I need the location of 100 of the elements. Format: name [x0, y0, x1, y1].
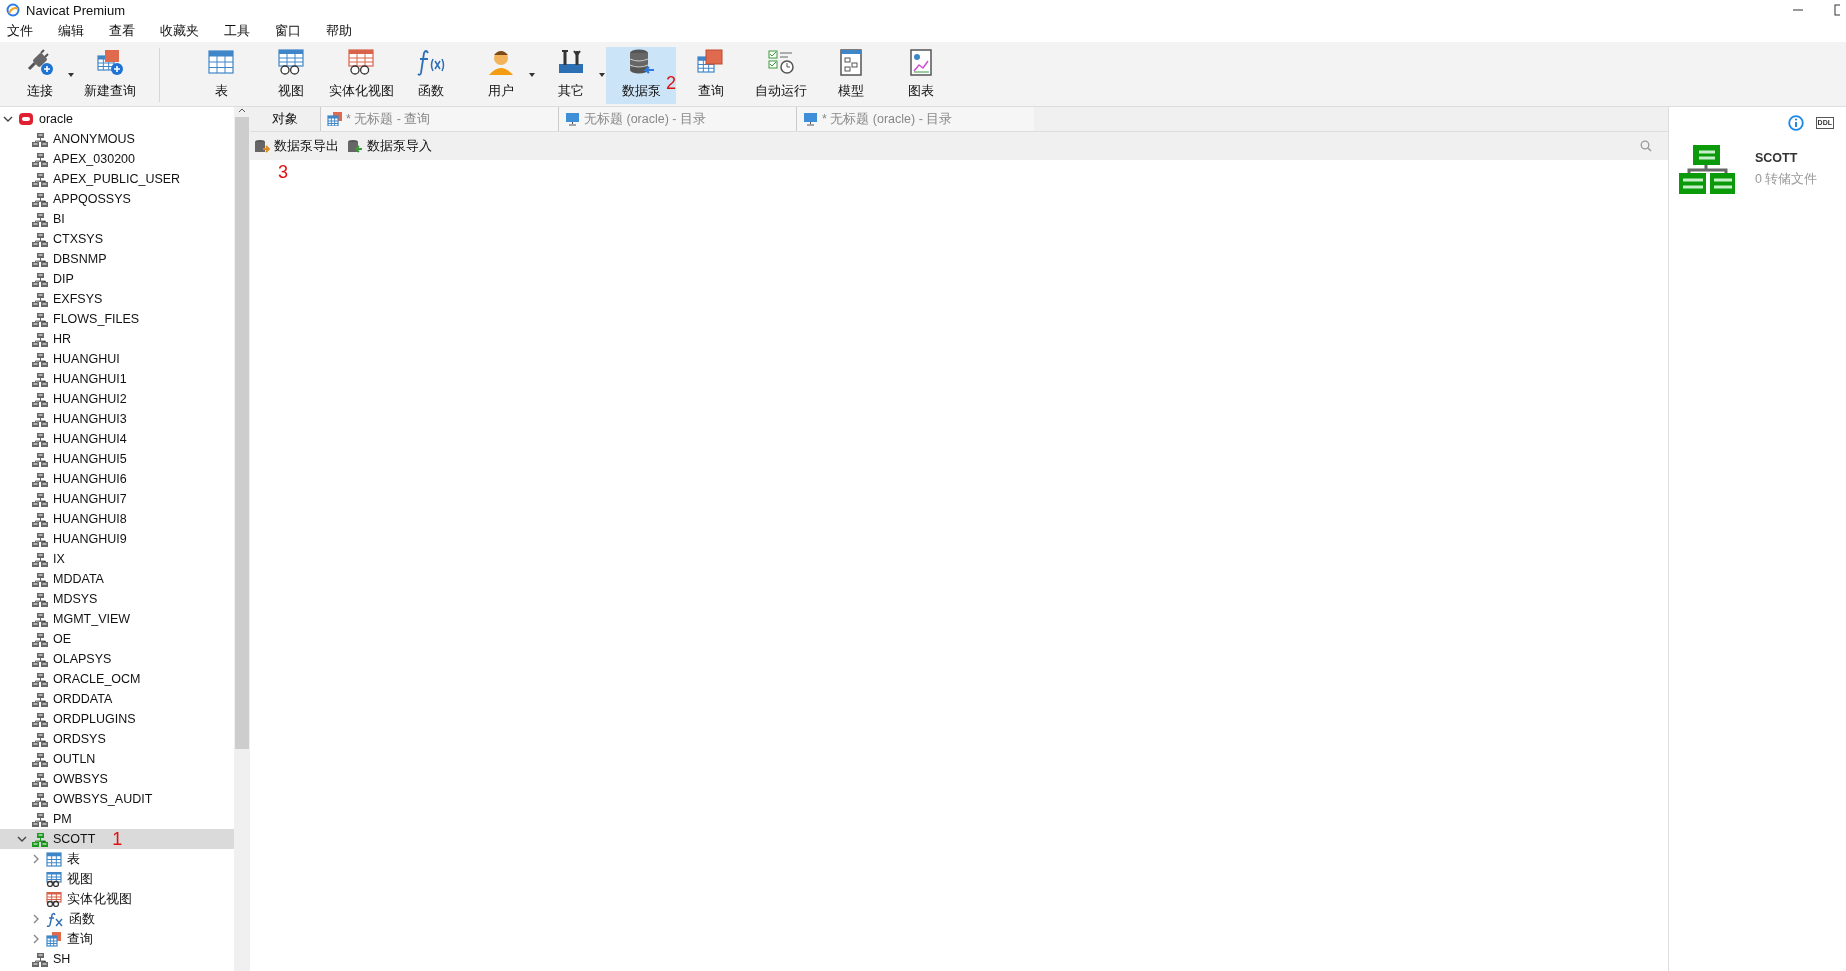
tree-item[interactable]: MDDATA	[0, 569, 234, 589]
table-glasses-icon	[276, 46, 306, 77]
tree-item[interactable]: OWBSYS	[0, 769, 234, 789]
tree-item[interactable]: 视图	[0, 869, 234, 889]
tree-item[interactable]: PM	[0, 809, 234, 829]
toolbar-button[interactable]: 连接	[5, 46, 75, 104]
toolbar-button[interactable]: 数据泵导出	[254, 137, 339, 155]
menu-item[interactable]: 收藏夹	[160, 22, 213, 40]
schema-icon	[32, 611, 48, 627]
dropdown-caret-icon[interactable]	[599, 72, 605, 77]
schema-icon	[32, 631, 48, 647]
toolbar-button[interactable]: 新建查询	[75, 46, 145, 104]
schema-icon	[32, 571, 48, 587]
scroll-up-icon[interactable]	[238, 107, 246, 113]
menu-item[interactable]: 工具	[224, 22, 264, 40]
toolbar-button[interactable]: 表	[186, 46, 256, 104]
tree-item[interactable]: 实体化视图	[0, 889, 234, 909]
tree-item[interactable]: HR	[0, 329, 234, 349]
tree-item[interactable]: HUANGHUI8	[0, 509, 234, 529]
tree-item[interactable]: OUTLN	[0, 749, 234, 769]
tree-item[interactable]: oracle	[0, 109, 234, 129]
tree-item[interactable]: CTXSYS	[0, 229, 234, 249]
expand-chevron-icon[interactable]	[31, 934, 41, 944]
tab[interactable]: 无标题 (oracle) - 目录	[558, 107, 796, 131]
dropdown-caret-icon[interactable]	[529, 72, 535, 77]
tree-item[interactable]: APPQOSSYS	[0, 189, 234, 209]
tree-item[interactable]: HUANGHUI3	[0, 409, 234, 429]
collapse-chevron-icon[interactable]	[17, 834, 27, 844]
tree-item[interactable]: APEX_030200	[0, 149, 234, 169]
tree-item[interactable]: OE	[0, 629, 234, 649]
schema-icon	[32, 791, 48, 807]
tree-item[interactable]: HUANGHUI9	[0, 529, 234, 549]
menu-item[interactable]: 帮助	[326, 22, 366, 40]
toolbar-button[interactable]: 用户	[466, 46, 536, 104]
maximize-icon[interactable]	[1834, 4, 1840, 16]
tab[interactable]: * 无标题 (oracle) - 目录	[796, 107, 1034, 131]
search-icon[interactable]	[1640, 140, 1652, 152]
tree-item[interactable]: OLAPSYS	[0, 649, 234, 669]
schema-icon	[32, 671, 48, 687]
menu-item[interactable]: 编辑	[58, 22, 98, 40]
expand-chevron-icon[interactable]	[31, 914, 41, 924]
tree-item[interactable]: DBSNMP	[0, 249, 234, 269]
schema-icon	[32, 151, 48, 167]
tree-item[interactable]: DIP	[0, 269, 234, 289]
tree-item[interactable]: HUANGHUI	[0, 349, 234, 369]
toolbar-button[interactable]: 数据泵 2	[606, 46, 676, 104]
tree-item[interactable]: OWBSYS_AUDIT	[0, 789, 234, 809]
menu-item[interactable]: 查看	[109, 22, 149, 40]
tree-item[interactable]: 表	[0, 849, 234, 869]
annotation-number: 3	[278, 162, 288, 182]
tree-item[interactable]: 函数	[0, 909, 234, 929]
toolbar-button[interactable]: 函数	[396, 46, 466, 104]
tree-item[interactable]: HUANGHUI4	[0, 429, 234, 449]
database-icon	[18, 112, 34, 126]
schema-icon	[32, 731, 48, 747]
dropdown-caret-icon[interactable]	[68, 72, 74, 77]
tree-item[interactable]: HUANGHUI6	[0, 469, 234, 489]
table-stack-icon	[46, 931, 62, 947]
menu-item[interactable]: 文件	[7, 22, 47, 40]
collapse-chevron-icon[interactable]	[3, 114, 13, 124]
tree-item[interactable]: HUANGHUI2	[0, 389, 234, 409]
tab[interactable]: * 无标题 - 查询	[320, 107, 558, 131]
schema-icon	[32, 811, 48, 827]
tree-item[interactable]: 查询	[0, 929, 234, 949]
toolbar-button[interactable]: 实体化视图	[326, 46, 396, 104]
toolbar-button[interactable]: 其它	[536, 46, 606, 104]
annotation-number: 1	[112, 828, 123, 850]
tree-item[interactable]: ORDSYS	[0, 729, 234, 749]
toolbar-button[interactable]: 数据泵导入	[347, 137, 432, 155]
table-glasses-icon	[46, 891, 62, 907]
tree-item[interactable]: ORDPLUGINS	[0, 709, 234, 729]
schema-icon	[32, 531, 48, 547]
tree-item[interactable]: SH	[0, 949, 234, 969]
tree-item[interactable]: MDSYS	[0, 589, 234, 609]
tree-item[interactable]: APEX_PUBLIC_USER	[0, 169, 234, 189]
expand-chevron-icon[interactable]	[31, 854, 41, 864]
tree-item[interactable]: EXFSYS	[0, 289, 234, 309]
tree-item[interactable]: HUANGHUI7	[0, 489, 234, 509]
toolbar-button[interactable]: 自动运行	[746, 46, 816, 104]
tree-item[interactable]: SCOTT 1	[0, 829, 234, 849]
tree-item[interactable]: ORDDATA	[0, 689, 234, 709]
tree-item[interactable]: ORACLE_OCM	[0, 669, 234, 689]
tree-item[interactable]: BI	[0, 209, 234, 229]
schema-icon	[32, 171, 48, 187]
toolbar-button[interactable]: 查询	[676, 46, 746, 104]
schema-icon	[32, 131, 48, 147]
tree-item[interactable]: FLOWS_FILES	[0, 309, 234, 329]
tree-item[interactable]: ANONYMOUS	[0, 129, 234, 149]
info-icon[interactable]	[1787, 115, 1804, 131]
tree-item[interactable]: IX	[0, 549, 234, 569]
monitor-icon	[565, 112, 580, 126]
toolbar-button[interactable]: 视图	[256, 46, 326, 104]
toolbar-button[interactable]: 图表	[886, 46, 956, 104]
scrollbar-thumb[interactable]	[235, 117, 249, 749]
tree-item[interactable]: MGMT_VIEW	[0, 609, 234, 629]
tree-item[interactable]: HUANGHUI1	[0, 369, 234, 389]
scrollbar[interactable]	[234, 107, 250, 971]
toolbar-button[interactable]: 模型	[816, 46, 886, 104]
tree-item[interactable]: HUANGHUI5	[0, 449, 234, 469]
menu-item[interactable]: 窗口	[275, 22, 315, 40]
